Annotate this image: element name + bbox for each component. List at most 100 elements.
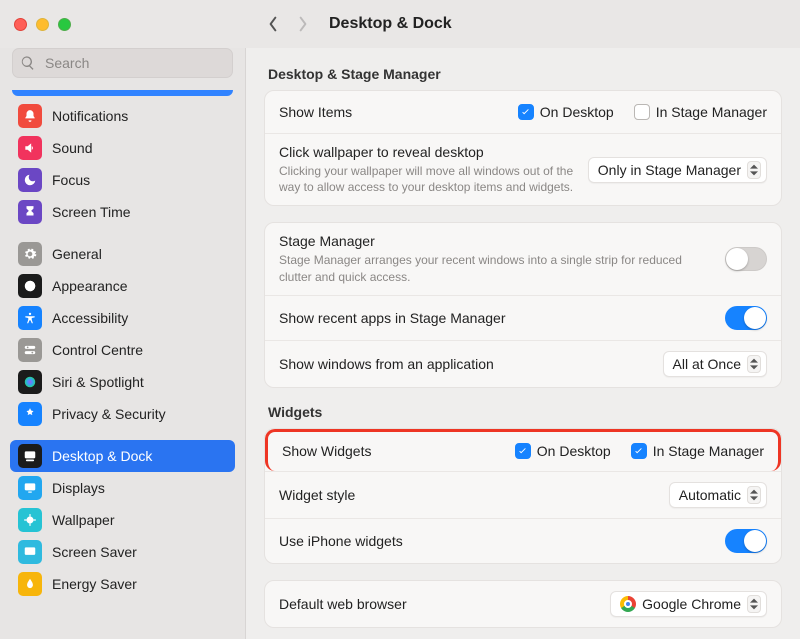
row-default-browser: Default web browser Google Chrome [265,581,781,627]
sidebar-item-control-centre[interactable]: Control Centre [10,334,235,366]
toggle-stage-manager[interactable] [725,247,767,271]
accessibility-icon [18,306,42,330]
toggle-use-iphone-widgets[interactable] [725,529,767,553]
sidebar-item-sound[interactable]: Sound [10,132,235,164]
select-value: Only in Stage Manager [598,162,741,178]
section-title-widgets: Widgets [268,404,778,420]
search-field-wrapper [12,48,233,78]
label-show-widgets: Show Widgets [282,443,503,459]
sidebar-item-siri-spotlight[interactable]: Siri & Spotlight [10,366,235,398]
sidebar-item-truncated[interactable] [12,90,233,96]
desc-stage-manager: Stage Manager arranges your recent windo… [279,252,699,284]
sidebar-item-general[interactable]: General [10,238,235,270]
nav-forward-button[interactable] [289,10,317,38]
hourglass-icon [18,200,42,224]
sidebar-item-focus[interactable]: Focus [10,164,235,196]
sidebar-item-displays[interactable]: Displays [10,472,235,504]
stepper-icon [747,486,761,504]
sidebar-item-label: Wallpaper [52,512,115,528]
screensaver-icon [18,540,42,564]
speaker-icon [18,136,42,160]
dock-icon [18,444,42,468]
nav-back-button[interactable] [259,10,287,38]
sidebar-item-label: Privacy & Security [52,406,166,422]
stepper-icon [747,161,761,179]
close-window-button[interactable] [14,18,27,31]
row-click-wallpaper: Click wallpaper to reveal desktop Clicki… [265,133,781,205]
sidebar-item-screen-saver[interactable]: Screen Saver [10,536,235,568]
gear-icon [18,242,42,266]
label-stage-manager: Stage Manager [279,233,713,249]
checkbox-widgets-desktop[interactable]: On Desktop [515,443,611,459]
row-show-windows: Show windows from an application All at … [265,340,781,387]
checkbox-icon [631,443,647,459]
checkbox-widgets-stage[interactable]: In Stage Manager [631,443,764,459]
sidebar-group-spacer [10,430,235,440]
sidebar-item-notifications[interactable]: Notifications [10,100,235,132]
toggle-show-recent[interactable] [725,306,767,330]
sidebar-item-label: Control Centre [52,342,143,358]
row-widget-style: Widget style Automatic [265,471,781,518]
select-default-browser[interactable]: Google Chrome [610,591,767,617]
sidebar-item-label: Screen Saver [52,544,137,560]
label-show-items: Show Items [279,104,506,120]
card-desktop-stage-1: Show Items On Desktop In Stage Manager C… [264,90,782,206]
sidebar-item-label: Appearance [52,278,128,294]
sidebar-item-label: Siri & Spotlight [52,374,144,390]
sidebar-item-screen-time[interactable]: Screen Time [10,196,235,228]
sidebar-item-accessibility[interactable]: Accessibility [10,302,235,334]
label-click-wallpaper: Click wallpaper to reveal desktop [279,144,576,160]
checkbox-icon [515,443,531,459]
sidebar-item-energy-saver[interactable]: Energy Saver [10,568,235,600]
checkbox-label: In Stage Manager [653,443,764,459]
window-controls [14,18,259,31]
switches-icon [18,338,42,362]
zoom-window-button[interactable] [58,18,71,31]
sidebar-item-desktop-dock[interactable]: Desktop & Dock [10,440,235,472]
page-title: Desktop & Dock [329,15,452,33]
checkbox-show-items-stage[interactable]: In Stage Manager [634,104,767,120]
sidebar-scroll[interactable]: Notifications Sound Focus Screen Time Genera… [8,84,237,639]
sidebar-item-privacy-security[interactable]: Privacy & Security [10,398,235,430]
row-show-widgets: Show Widgets On Desktop In Stage Manager [265,429,781,471]
nav-controls: Desktop & Dock [259,10,452,38]
row-use-iphone-widgets: Use iPhone widgets [265,518,781,563]
displays-icon [18,476,42,500]
card-widgets: Show Widgets On Desktop In Stage Manager… [264,428,782,564]
label-show-recent: Show recent apps in Stage Manager [279,310,713,326]
search-input[interactable] [12,48,233,78]
sidebar-item-wallpaper[interactable]: Wallpaper [10,504,235,536]
checkbox-icon [634,104,650,120]
wallpaper-icon [18,508,42,532]
checkbox-label: On Desktop [540,104,614,120]
checkbox-icon [518,104,534,120]
select-widget-style[interactable]: Automatic [669,482,767,508]
row-stage-manager: Stage Manager Stage Manager arranges you… [265,223,781,294]
sidebar-item-label: Accessibility [52,310,128,326]
label-widget-style: Widget style [279,487,657,503]
label-default-browser: Default web browser [279,596,598,612]
siri-icon [18,370,42,394]
energy-icon [18,572,42,596]
sidebar-item-label: Desktop & Dock [52,448,152,464]
desc-click-wallpaper: Clicking your wallpaper will move all wi… [279,163,576,195]
label-use-iphone-widgets: Use iPhone widgets [279,533,713,549]
select-show-windows[interactable]: All at Once [663,351,767,377]
row-show-items: Show Items On Desktop In Stage Manager [265,91,781,133]
checkbox-show-items-desktop[interactable]: On Desktop [518,104,614,120]
select-value: Automatic [679,487,741,503]
sidebar-item-appearance[interactable]: Appearance [10,270,235,302]
sidebar-item-label: Sound [52,140,92,156]
content-area[interactable]: Desktop & Stage Manager Show Items On De… [246,48,800,639]
sidebar-group-spacer [10,228,235,238]
sidebar-item-label: Energy Saver [52,576,137,592]
select-click-wallpaper[interactable]: Only in Stage Manager [588,157,767,183]
bell-icon [18,104,42,128]
hand-icon [18,402,42,426]
minimize-window-button[interactable] [36,18,49,31]
stepper-icon [747,355,761,373]
card-stage-manager: Stage Manager Stage Manager arranges you… [264,222,782,387]
label-show-windows: Show windows from an application [279,356,651,372]
sidebar-item-label: Focus [52,172,90,188]
stepper-icon [747,595,761,613]
